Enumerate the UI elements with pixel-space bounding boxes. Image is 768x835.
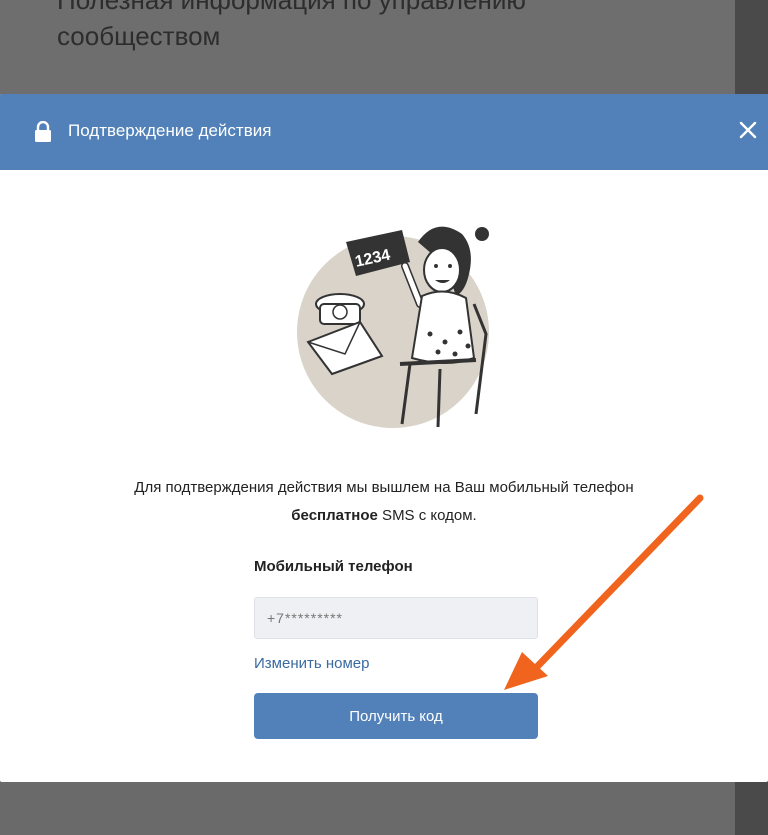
description-tail: SMS с кодом.	[377, 507, 477, 524]
change-number-link[interactable]: Изменить номер	[254, 655, 369, 672]
background-title-line-2: сообществом	[57, 21, 221, 51]
confirm-action-modal: Подтверждение действия 1234 Для подтверж…	[0, 94, 768, 782]
description-line-1: Для подтверждения действия мы вышлем на …	[134, 479, 634, 496]
modal-title: Подтверждение действия	[68, 121, 272, 140]
background-page-title: Полезная информация по управлению сообще…	[57, 0, 697, 54]
sms-description: Для подтверждения действия мы вышлем на …	[40, 474, 728, 530]
description-bold-free: бесплатное	[291, 507, 378, 524]
modal-header: Подтверждение действия	[0, 94, 768, 170]
phone-input[interactable]	[254, 597, 538, 639]
lock-icon	[35, 121, 51, 142]
background-title-line-1: Полезная информация по управлению	[57, 0, 526, 15]
description-line-2: бесплатное SMS с кодом.	[40, 502, 728, 530]
phone-label: Мобильный телефон	[254, 558, 413, 575]
close-icon[interactable]	[736, 118, 760, 142]
get-code-button[interactable]: Получить код	[254, 693, 538, 739]
sms-illustration: 1234	[297, 226, 489, 428]
